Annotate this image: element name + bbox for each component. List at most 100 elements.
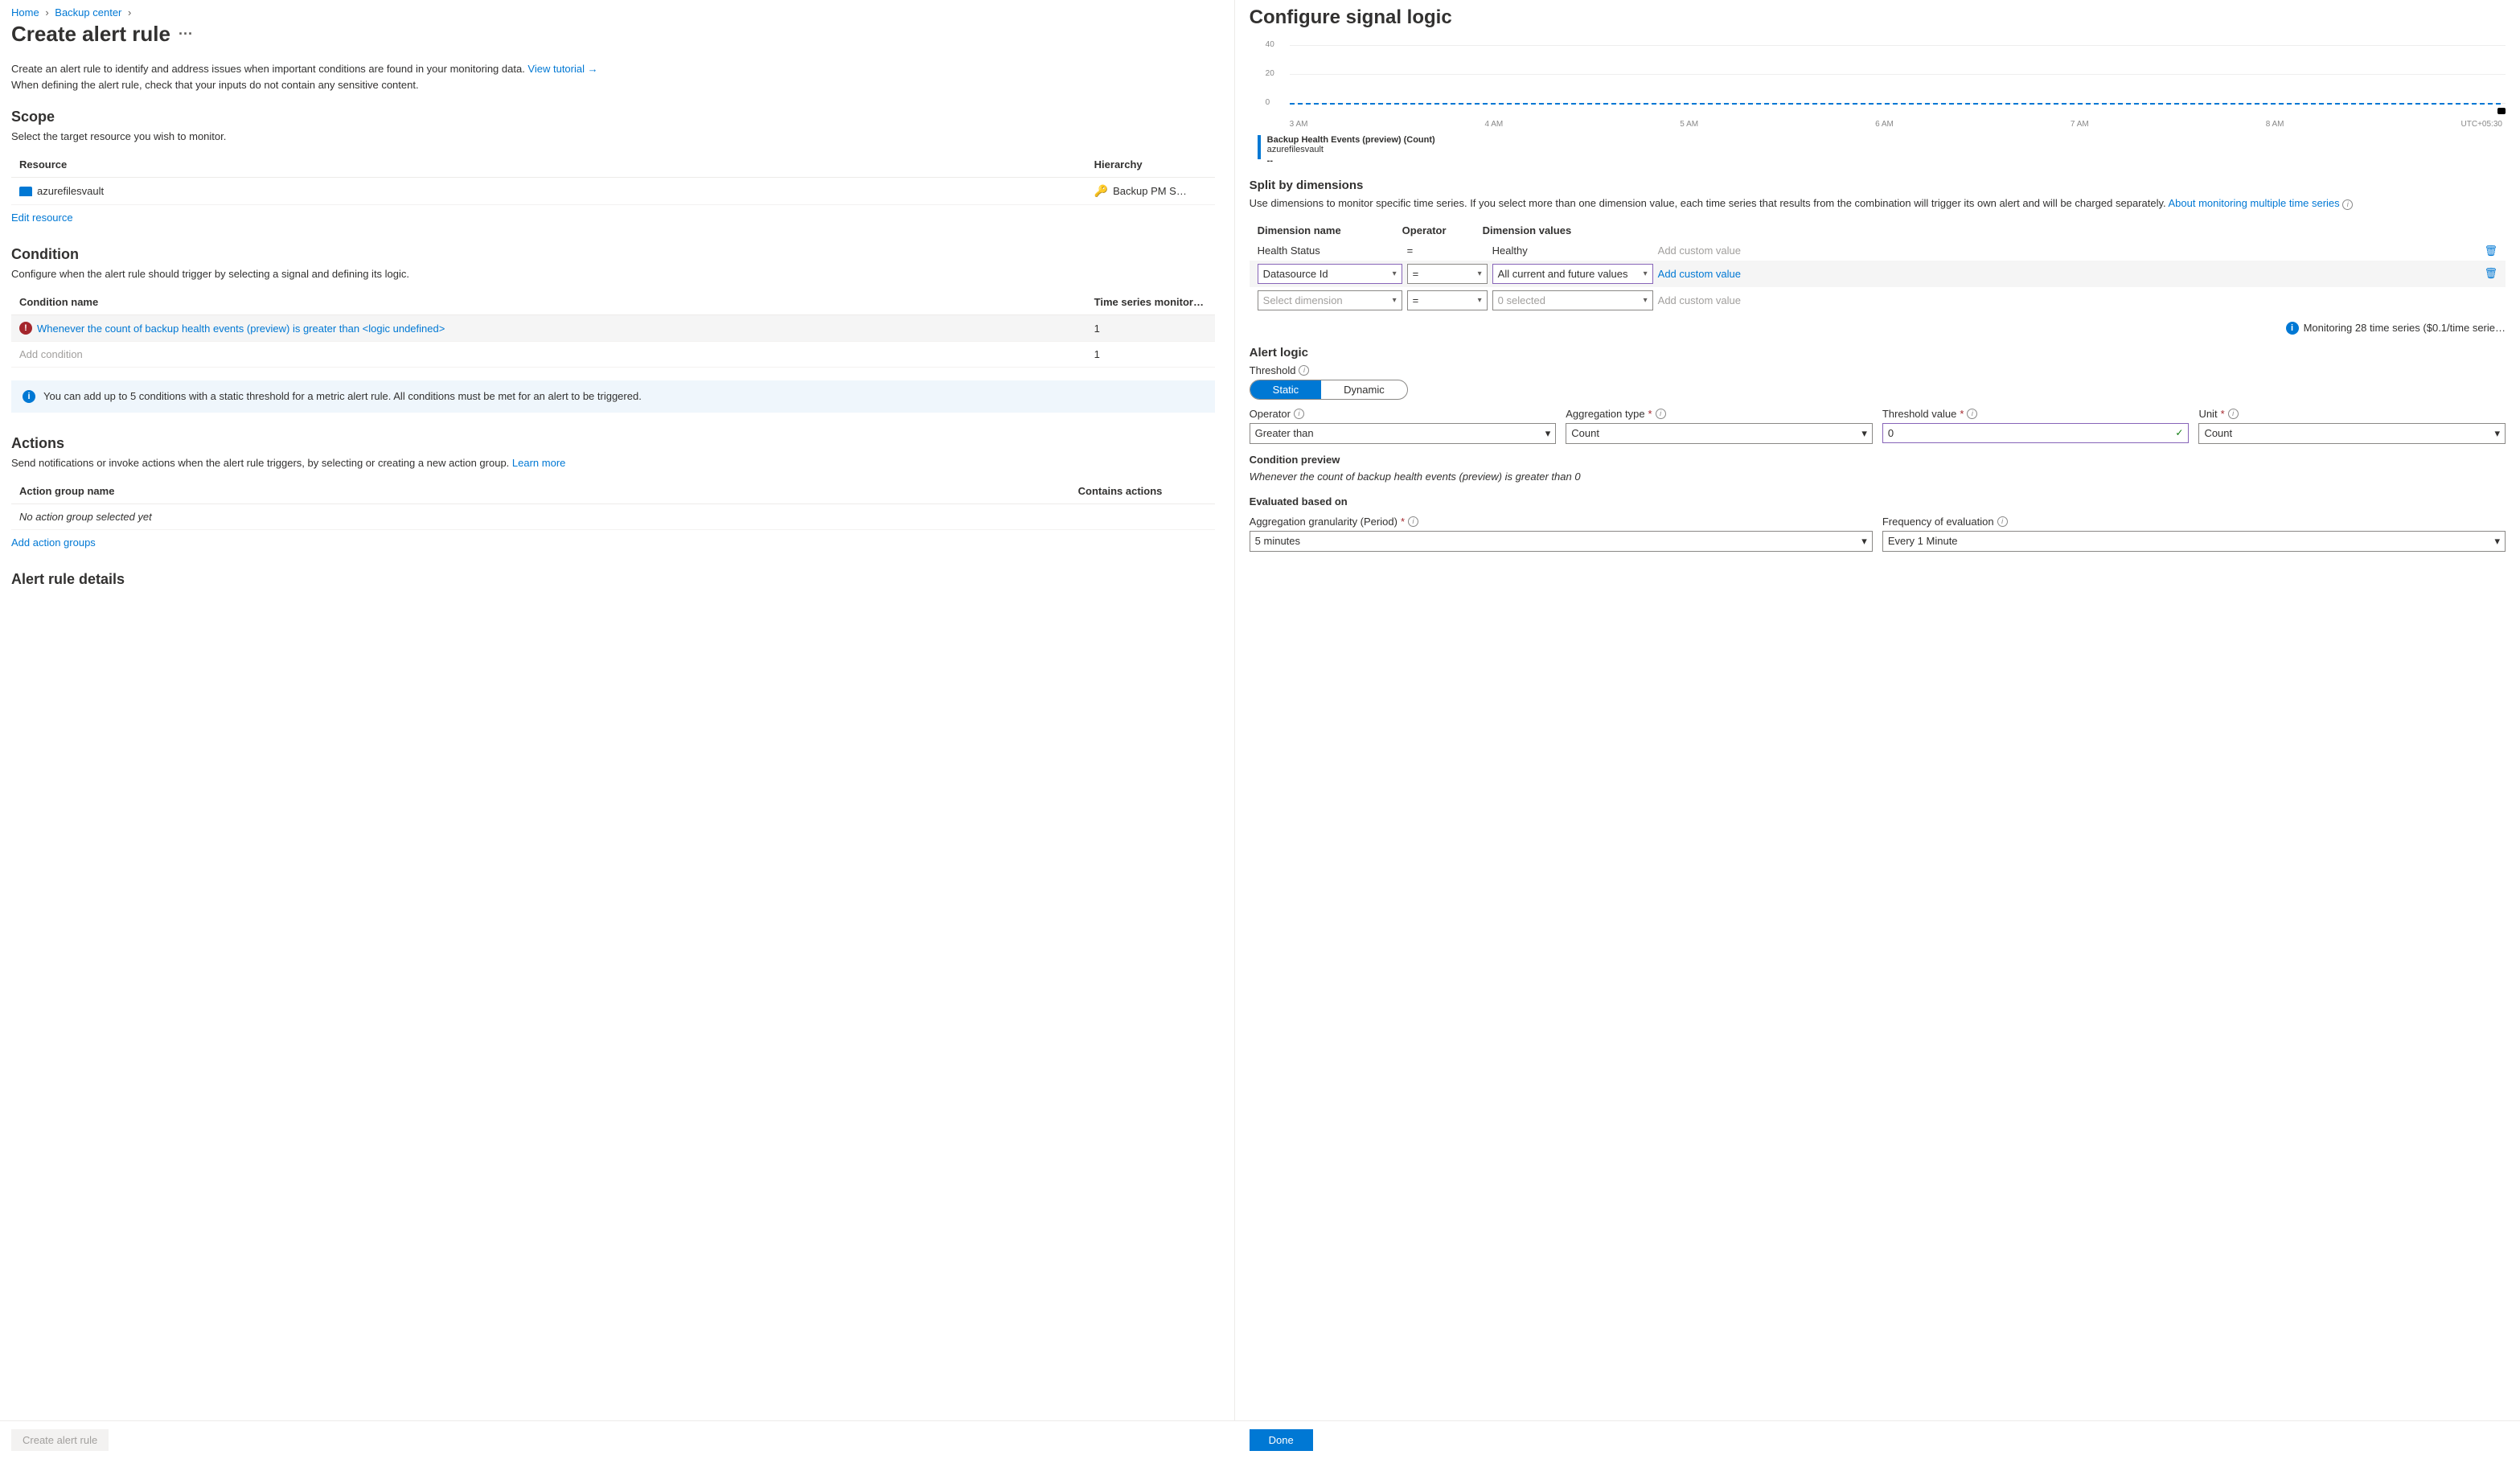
add-action-groups-link[interactable]: Add action groups bbox=[11, 536, 96, 549]
delete-dimension-icon[interactable]: 🗑 bbox=[2481, 245, 2497, 257]
dimension-value-select[interactable]: 0 selected▾ bbox=[1492, 290, 1653, 310]
no-action-group-text: No action group selected yet bbox=[19, 511, 1207, 523]
legend-color-icon bbox=[1258, 135, 1261, 159]
alert-rule-details-heading: Alert rule details bbox=[11, 571, 1215, 588]
delete-dimension-icon[interactable]: 🗑 bbox=[2481, 267, 2497, 280]
action-group-empty-row: No action group selected yet bbox=[11, 504, 1215, 530]
info-icon[interactable]: i bbox=[1408, 516, 1418, 527]
add-condition-ts: 1 bbox=[1094, 348, 1207, 360]
dimension-operator-select[interactable]: =▾ bbox=[1407, 264, 1488, 284]
resource-name: azurefilesvault bbox=[37, 185, 104, 197]
add-condition-row[interactable]: Add condition 1 bbox=[11, 342, 1215, 368]
create-alert-rule-button: Create alert rule bbox=[11, 1429, 109, 1451]
about-monitoring-link[interactable]: About monitoring multiple time series bbox=[2169, 197, 2340, 209]
dimension-operator-select[interactable]: =▾ bbox=[1407, 290, 1488, 310]
edit-resource-link[interactable]: Edit resource bbox=[11, 212, 73, 224]
operator-label: Operator i bbox=[1250, 408, 1557, 420]
actions-heading: Actions bbox=[11, 435, 1215, 452]
frequency-label: Frequency of evaluation i bbox=[1882, 516, 2506, 528]
aggregation-type-select[interactable]: Count▾ bbox=[1566, 423, 1873, 444]
breadcrumb-home[interactable]: Home bbox=[11, 6, 39, 18]
split-dimensions-desc: Use dimensions to monitor specific time … bbox=[1250, 197, 2506, 210]
chart-marker-icon bbox=[2497, 108, 2506, 114]
unit-select[interactable]: Count▾ bbox=[2198, 423, 2506, 444]
threshold-value-label: Threshold value * i bbox=[1882, 408, 2190, 420]
threshold-dynamic-option[interactable]: Dynamic bbox=[1321, 380, 1407, 399]
threshold-value-input[interactable]: 0✓ bbox=[1882, 423, 2190, 443]
chevron-down-icon: ▾ bbox=[1861, 427, 1867, 440]
add-custom-value[interactable]: Add custom value bbox=[1658, 294, 2477, 306]
chevron-down-icon: ▾ bbox=[1393, 296, 1397, 305]
chevron-down-icon: ▾ bbox=[1861, 535, 1867, 548]
chevron-down-icon: ▾ bbox=[2495, 427, 2501, 440]
dim-col-operator: Operator bbox=[1402, 224, 1483, 236]
dimension-operator: = bbox=[1407, 245, 1488, 257]
condition-ts: 1 bbox=[1094, 323, 1207, 335]
legend-value: -- bbox=[1267, 156, 1435, 166]
unit-label: Unit * i bbox=[2198, 408, 2506, 420]
scope-resource-row: azurefilesvault 🔑 Backup PM S… bbox=[11, 178, 1215, 205]
condition-preview-label: Condition preview bbox=[1250, 454, 2506, 466]
col-contains-actions-header: Contains actions bbox=[1078, 485, 1207, 497]
more-menu-icon[interactable]: ··· bbox=[179, 26, 193, 43]
info-icon[interactable]: i bbox=[1299, 365, 1309, 376]
configure-signal-title: Configure signal logic bbox=[1250, 6, 2506, 29]
info-icon[interactable]: i bbox=[2342, 199, 2353, 210]
dimension-name-select[interactable]: Select dimension▾ bbox=[1258, 290, 1402, 310]
info-icon[interactable]: i bbox=[2228, 409, 2239, 419]
aggregation-granularity-select[interactable]: 5 minutes▾ bbox=[1250, 531, 1873, 552]
split-dimensions-heading: Split by dimensions bbox=[1250, 179, 2506, 192]
chart-legend: Backup Health Events (preview) (Count) a… bbox=[1258, 135, 2506, 166]
operator-select[interactable]: Greater than▾ bbox=[1250, 423, 1557, 444]
condition-desc: Configure when the alert rule should tri… bbox=[11, 268, 1215, 280]
condition-row[interactable]: ! Whenever the count of backup health ev… bbox=[11, 315, 1215, 342]
scope-desc: Select the target resource you wish to m… bbox=[11, 130, 1215, 142]
dimension-row-new: Select dimension▾ =▾ 0 selected▾ Add cus… bbox=[1250, 287, 2506, 314]
threshold-toggle[interactable]: Static Dynamic bbox=[1250, 380, 1408, 400]
info-icon[interactable]: i bbox=[1294, 409, 1304, 419]
chevron-down-icon: ▾ bbox=[1644, 269, 1648, 278]
page-title: Create alert rule ··· bbox=[11, 22, 1215, 47]
condition-info-banner: i You can add up to 5 conditions with a … bbox=[11, 380, 1215, 413]
legend-title: Backup Health Events (preview) (Count) bbox=[1267, 135, 1435, 145]
condition-preview-text: Whenever the count of backup health even… bbox=[1250, 471, 2506, 483]
chevron-down-icon: ▾ bbox=[1478, 269, 1482, 278]
dimension-name: Health Status bbox=[1258, 245, 1402, 257]
legend-subtitle: azurefilesvault bbox=[1267, 145, 1435, 154]
threshold-static-option[interactable]: Static bbox=[1250, 380, 1322, 399]
chevron-down-icon: ▾ bbox=[1545, 427, 1551, 440]
chevron-down-icon: ▾ bbox=[2494, 535, 2500, 548]
col-timeseries-header: Time series monitor… bbox=[1094, 296, 1207, 308]
info-icon[interactable]: i bbox=[1967, 409, 1977, 419]
condition-link[interactable]: Whenever the count of backup health even… bbox=[37, 323, 445, 335]
vault-icon bbox=[19, 187, 32, 196]
add-custom-value[interactable]: Add custom value bbox=[1658, 245, 2477, 257]
breadcrumb-backup-center[interactable]: Backup center bbox=[55, 6, 121, 18]
dimension-name-select[interactable]: Datasource Id▾ bbox=[1258, 264, 1402, 284]
info-icon[interactable]: i bbox=[1997, 516, 2008, 527]
frequency-select[interactable]: Every 1 Minute▾ bbox=[1882, 531, 2506, 552]
dimension-row-datasource-id: Datasource Id▾ =▾ All current and future… bbox=[1250, 261, 2506, 287]
dim-col-name: Dimension name bbox=[1258, 224, 1402, 236]
evaluated-based-on-heading: Evaluated based on bbox=[1250, 495, 2506, 508]
actions-learn-more-link[interactable]: Learn more bbox=[512, 457, 565, 469]
condition-heading: Condition bbox=[11, 246, 1215, 263]
chevron-right-icon: › bbox=[45, 6, 48, 18]
col-condition-name-header: Condition name bbox=[19, 296, 1094, 308]
info-icon[interactable]: i bbox=[1656, 409, 1666, 419]
col-action-name-header: Action group name bbox=[19, 485, 1078, 497]
scope-heading: Scope bbox=[11, 109, 1215, 125]
key-icon: 🔑 bbox=[1094, 184, 1108, 198]
add-custom-value-link[interactable]: Add custom value bbox=[1658, 268, 1741, 280]
view-tutorial-link[interactable]: View tutorial → bbox=[527, 63, 597, 75]
error-icon: ! bbox=[19, 322, 32, 335]
done-button[interactable]: Done bbox=[1250, 1429, 1313, 1451]
dim-col-values: Dimension values bbox=[1483, 224, 1644, 236]
col-hierarchy-header: Hierarchy bbox=[1094, 158, 1207, 171]
dimension-value-select[interactable]: All current and future values▾ bbox=[1492, 264, 1653, 284]
signal-chart: 40 20 0 3 AM 4 AM 5 AM 6 AM 7 AM 8 AM UT… bbox=[1250, 40, 2506, 129]
dimension-value: Healthy bbox=[1492, 245, 1653, 257]
check-icon: ✓ bbox=[2175, 427, 2183, 438]
hierarchy-text: Backup PM S… bbox=[1113, 185, 1187, 197]
alert-logic-heading: Alert logic bbox=[1250, 346, 2506, 360]
